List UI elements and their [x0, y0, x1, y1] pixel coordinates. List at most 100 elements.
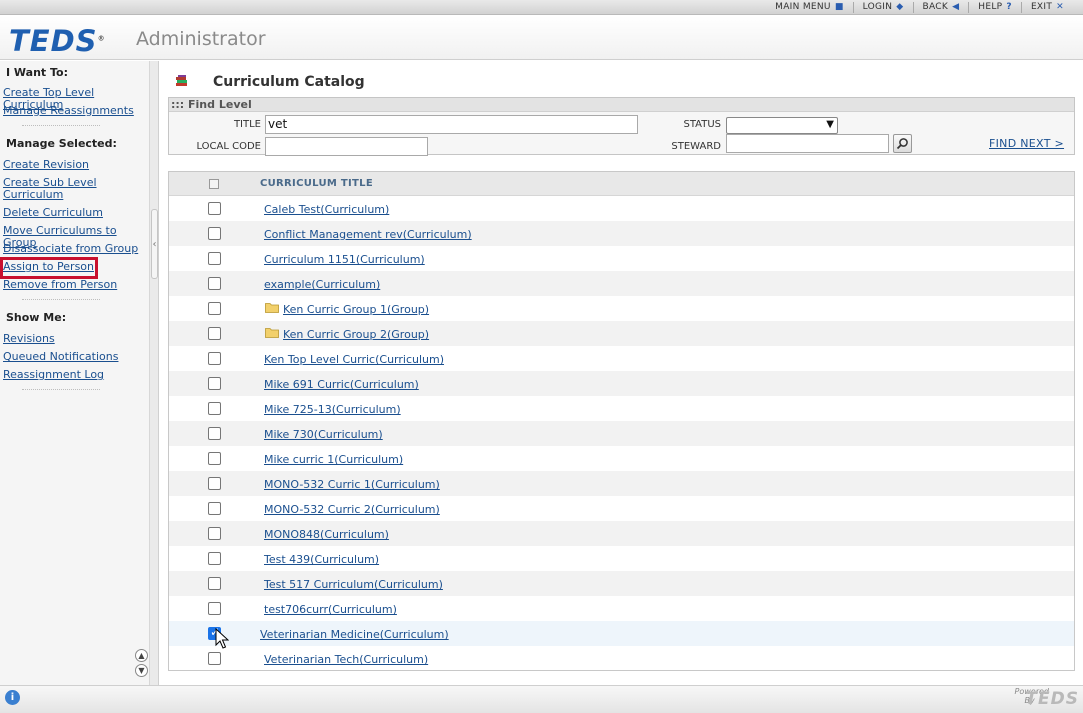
- title-input[interactable]: vet: [265, 115, 638, 134]
- row-checkbox[interactable]: [208, 427, 221, 440]
- curriculum-link[interactable]: MONO-532 Curric 1(Curriculum): [264, 478, 440, 491]
- info-icon[interactable]: i: [5, 690, 20, 705]
- i-want-to-heading: I Want To:: [6, 66, 69, 79]
- main-content: Curriculum Catalog ::: Find Level TITLE …: [160, 61, 1083, 685]
- table-row: example(Curriculum): [169, 271, 1074, 296]
- row-checkbox[interactable]: [208, 477, 221, 490]
- close-icon: ✕: [1056, 1, 1064, 12]
- curriculum-link[interactable]: Mike curric 1(Curriculum): [264, 453, 403, 466]
- app-header: TEDS® Administrator: [0, 16, 1083, 60]
- curriculum-link[interactable]: Curriculum 1151(Curriculum): [264, 253, 425, 266]
- row-checkbox[interactable]: [208, 227, 221, 240]
- assign-to-person-link[interactable]: Assign to Person: [3, 261, 94, 273]
- curriculum-link[interactable]: example(Curriculum): [264, 278, 380, 291]
- row-checkbox[interactable]: [208, 377, 221, 390]
- help-icon: ?: [1006, 1, 1012, 12]
- divider: [22, 389, 100, 390]
- curriculum-link[interactable]: MONO-532 Curric 2(Curriculum): [264, 503, 440, 516]
- find-level-header: ::: Find Level: [169, 98, 1074, 112]
- table-row: Conflict Management rev(Curriculum): [169, 221, 1074, 246]
- main-menu-link[interactable]: MAIN MENU ■: [766, 2, 852, 13]
- scroll-up-icon[interactable]: ▲: [135, 649, 148, 662]
- show-me-heading: Show Me:: [6, 311, 67, 324]
- exit-link[interactable]: EXIT ✕: [1020, 1, 1073, 13]
- select-all-checkbox[interactable]: [209, 179, 219, 189]
- manage-reassignments-link[interactable]: Manage Reassignments: [3, 105, 134, 117]
- create-revision-link[interactable]: Create Revision: [3, 159, 89, 171]
- help-link[interactable]: HELP ?: [968, 1, 1021, 13]
- row-checkbox[interactable]: [208, 652, 221, 665]
- manage-selected-heading: Manage Selected:: [6, 137, 117, 150]
- curriculum-grid: CURRICULUM TITLE Caleb Test(Curriculum) C…: [168, 171, 1075, 671]
- curriculum-link[interactable]: Mike 725-13(Curriculum): [264, 403, 401, 416]
- remove-from-person-link[interactable]: Remove from Person: [3, 279, 117, 291]
- row-checkbox[interactable]: [208, 252, 221, 265]
- row-checkbox[interactable]: [208, 602, 221, 615]
- curriculum-link[interactable]: Ken Top Level Curric(Curriculum): [264, 353, 444, 366]
- disassociate-from-group-link[interactable]: Disassociate from Group: [3, 243, 138, 255]
- row-checkbox[interactable]: [208, 452, 221, 465]
- help-label: HELP: [978, 1, 1003, 12]
- curriculum-link[interactable]: MONO848(Curriculum): [264, 528, 389, 541]
- login-link[interactable]: LOGIN ◆: [852, 1, 913, 13]
- curriculum-link[interactable]: test706curr(Curriculum): [264, 603, 397, 616]
- table-row: MONO848(Curriculum): [169, 521, 1074, 546]
- curriculum-link[interactable]: Veterinarian Tech(Curriculum): [264, 653, 428, 666]
- queued-notifications-link[interactable]: Queued Notifications: [3, 351, 118, 363]
- grid-body: Caleb Test(Curriculum) Conflict Managemen…: [169, 196, 1074, 670]
- find-next-link[interactable]: FIND NEXT >: [989, 137, 1064, 150]
- curriculum-link[interactable]: Test 517 Curriculum(Curriculum): [264, 578, 443, 591]
- revisions-link[interactable]: Revisions: [3, 333, 55, 345]
- steward-input[interactable]: [726, 134, 889, 153]
- folder-icon: [265, 328, 279, 338]
- sidebar-splitter[interactable]: ‹: [150, 61, 159, 685]
- table-row: Test 517 Curriculum(Curriculum): [169, 571, 1074, 596]
- table-row: MONO-532 Curric 2(Curriculum): [169, 496, 1074, 521]
- top-navigation-bar: MAIN MENU ■ LOGIN ◆ BACK ◀ HELP ? EXIT ✕: [0, 0, 1083, 15]
- table-row: Curriculum 1151(Curriculum): [169, 246, 1074, 271]
- table-row: Ken Top Level Curric(Curriculum): [169, 346, 1074, 371]
- row-checkbox[interactable]: [208, 302, 221, 315]
- curriculum-link[interactable]: Conflict Management rev(Curriculum): [264, 228, 472, 241]
- back-arrow-icon: ◀: [952, 1, 960, 12]
- steward-search-button[interactable]: [893, 134, 912, 153]
- row-checkbox[interactable]: [208, 552, 221, 565]
- curriculum-link[interactable]: Caleb Test(Curriculum): [264, 203, 389, 216]
- scroll-down-icon[interactable]: ▼: [135, 664, 148, 677]
- create-sub-level-curriculum-link-line2[interactable]: Curriculum: [3, 189, 63, 201]
- table-row: Mike 730(Curriculum): [169, 421, 1074, 446]
- folder-icon: [265, 303, 279, 313]
- exit-label: EXIT: [1030, 1, 1053, 12]
- curriculum-title-column-header[interactable]: CURRICULUM TITLE: [260, 178, 373, 189]
- local-code-label: LOCAL CODE: [196, 141, 261, 152]
- row-checkbox[interactable]: [208, 202, 221, 215]
- back-label: BACK: [922, 1, 949, 12]
- status-select[interactable]: ▼: [726, 117, 838, 134]
- curriculum-link[interactable]: Mike 691 Curric(Curriculum): [264, 378, 419, 391]
- search-icon: [896, 138, 908, 150]
- curriculum-link[interactable]: Veterinarian Medicine(Curriculum): [260, 628, 449, 641]
- curriculum-link[interactable]: Mike 730(Curriculum): [264, 428, 383, 441]
- collapse-sidebar-icon[interactable]: ‹: [151, 209, 158, 279]
- table-row: Ken Curric Group 2(Group): [169, 321, 1074, 346]
- group-link[interactable]: Ken Curric Group 1(Group): [283, 303, 429, 316]
- row-checkbox[interactable]: [208, 402, 221, 415]
- local-code-input[interactable]: [265, 137, 428, 156]
- delete-curriculum-link[interactable]: Delete Curriculum: [3, 207, 103, 219]
- back-link[interactable]: BACK ◀: [912, 1, 969, 13]
- group-link[interactable]: Ken Curric Group 2(Group): [283, 328, 429, 341]
- row-checkbox[interactable]: [208, 527, 221, 540]
- row-checkbox[interactable]: [208, 502, 221, 515]
- row-checkbox[interactable]: [208, 577, 221, 590]
- row-checkbox[interactable]: [208, 352, 221, 365]
- curriculum-link[interactable]: Test 439(Curriculum): [264, 553, 379, 566]
- reassignment-log-link[interactable]: Reassignment Log: [3, 369, 104, 381]
- status-label: STATUS: [683, 119, 721, 130]
- sidebar: I Want To: Create Top Level Curriculum M…: [0, 61, 150, 685]
- row-checkbox[interactable]: [208, 277, 221, 290]
- login-label: LOGIN: [862, 1, 893, 12]
- table-row: test706curr(Curriculum): [169, 596, 1074, 621]
- row-checkbox[interactable]: [208, 327, 221, 340]
- table-row: Ken Curric Group 1(Group): [169, 296, 1074, 321]
- steward-label: STEWARD: [671, 141, 721, 152]
